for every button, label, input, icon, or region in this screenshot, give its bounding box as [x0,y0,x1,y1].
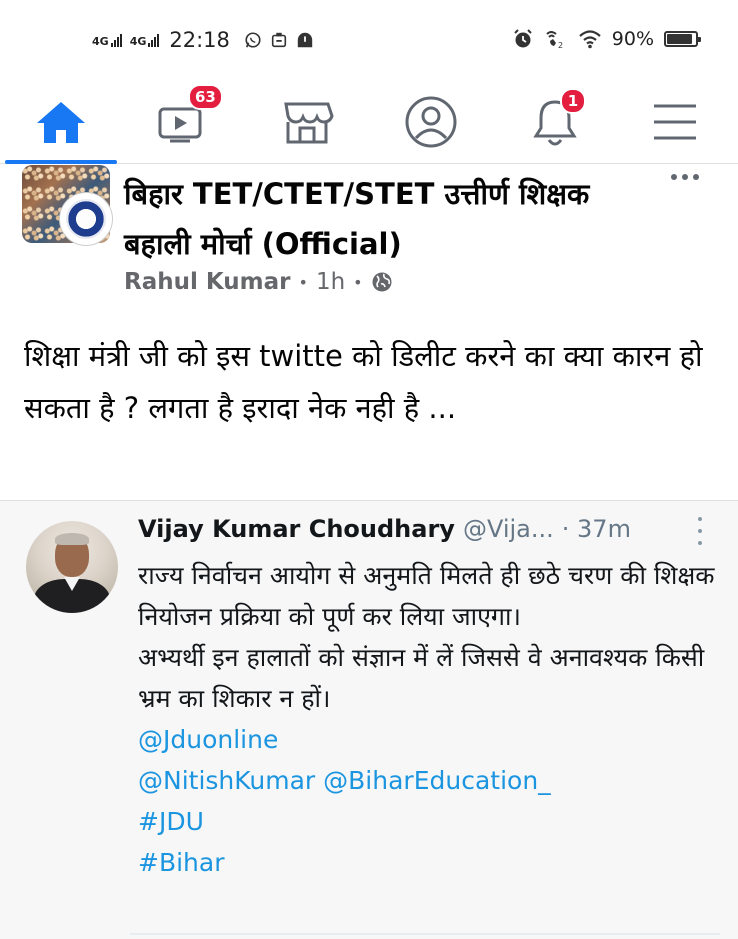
tweet-text-line-1: राज्य निर्वाचन आयोग से अनुमति मिलते ही छ… [138,561,715,631]
tweet-text-line-2: अभ्यर्थी इन हालातों को संज्ञान में लें ज… [138,643,705,713]
post-body-text: शिक्षा मंत्री जी को इस twitte को डिलीट क… [24,339,703,425]
wifi-icon [579,30,601,49]
post-more-options-button[interactable] [665,165,705,189]
signal-strength-icon-2: 4G [129,33,160,48]
wifi-calling-icon: 2 [546,31,563,50]
battery-percent: 90% [611,28,654,50]
tweet-author-name: Vijay Kumar Choudhary [138,515,455,543]
nav-marketplace-tab[interactable] [262,88,352,156]
nav-profile-tab[interactable] [386,88,476,156]
svg-text:2: 2 [558,41,563,50]
nav-menu-tab[interactable] [630,88,720,156]
tweet-divider [130,933,720,935]
nav-notifications-tab[interactable]: 1 [510,88,600,156]
network-type-2: 4G [129,34,147,48]
watch-badge: 63 [188,84,223,110]
tweet-header: Vijay Kumar Choudhary @Vija... · 37m [138,515,718,543]
post-meta: Rahul Kumar • 1h • [124,269,393,295]
marketplace-icon [284,102,334,144]
notifications-badge: 1 [560,88,586,114]
status-bar: 4G 4G 22:18 2 90% [0,0,738,80]
post-author-link[interactable]: Rahul Kumar [124,269,291,295]
embedded-tweet-image[interactable]: Vijay Kumar Choudhary @Vija... · 37m राज… [0,500,738,939]
tweet-hashtag-jdu: #JDU [138,807,204,836]
hamburger-menu-icon [654,104,696,140]
group-name-link[interactable]: बिहार TET/CTET/STET उत्तीर्ण शिक्षक बहाल… [124,169,654,269]
clock: 22:18 [169,28,230,52]
alarm-icon [514,29,532,48]
tweet-body: राज्य निर्वाचन आयोग से अनुमति मिलते ही छ… [138,555,718,883]
status-bar-right: 2 90% [512,28,701,50]
post-header: बिहार TET/CTET/STET उत्तीर्ण शिक्षक बहाल… [0,165,738,310]
nav-watch-tab[interactable]: 63 [138,84,228,156]
app-notification-icon [271,32,287,48]
messenger-icon [297,32,313,48]
post-timestamp[interactable]: 1h [316,269,345,295]
meta-separator-2: • [353,272,363,292]
signal-strength-icon: 4G [92,33,122,48]
whatsapp-icon [245,32,261,48]
nav-home-tab[interactable] [16,88,106,156]
globe-public-icon [372,272,392,292]
status-bar-left: 4G 4G 22:18 [92,28,314,52]
home-icon [37,102,85,143]
tweet-author-avatar [26,521,118,613]
meta-separator: • [298,272,308,292]
tweet-mentions: @NitishKumar @BiharEducation_ [138,766,551,795]
group-logo [60,193,112,245]
network-type-1: 4G [92,34,109,48]
tweet-author-handle: @Vija... [462,515,554,543]
active-tab-indicator [5,160,117,164]
tweet-more-icon [694,517,706,545]
battery-icon [664,31,701,47]
tweet-timestamp: · 37m [561,515,631,543]
profile-icon [405,96,457,148]
tweet-hashtag-bihar: #Bihar [138,848,225,877]
tweet-mention-jduonline: @Jduonline [138,725,279,754]
top-navigation-bar: 63 1 [0,80,738,164]
